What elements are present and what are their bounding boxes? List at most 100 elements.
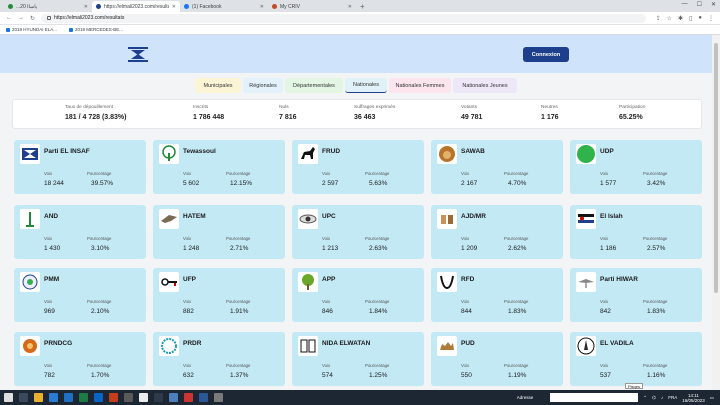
party-card[interactable]: El Islah Voix Pourcentage 1 186 2.57% <box>570 205 702 259</box>
pourcentage-label: Pourcentage <box>365 299 390 304</box>
app-icon[interactable] <box>169 393 178 402</box>
app-icon[interactable] <box>199 393 208 402</box>
pourcentage-value: 2.62% <box>508 245 527 252</box>
party-card[interactable]: PMM Voix Pourcentage 969 2.10% <box>14 268 146 322</box>
app-icon[interactable] <box>184 393 193 402</box>
voix-label: Voix <box>461 363 470 368</box>
chrome-icon[interactable] <box>139 393 148 402</box>
close-icon[interactable]: ✕ <box>348 4 352 10</box>
page-scrollbar[interactable] <box>712 35 720 390</box>
party-card[interactable]: UFP Voix Pourcentage 882 1.91% <box>153 268 285 322</box>
tab-nationales[interactable]: Nationales <box>345 78 387 93</box>
party-card[interactable]: AND Voix Pourcentage 1 430 3.10% <box>14 205 146 259</box>
party-card[interactable]: UPC Voix Pourcentage 1 213 2.63% <box>292 205 424 259</box>
party-card[interactable]: EL VADILA Voix Pourcentage 537 1.16% <box>570 332 702 386</box>
scrollbar-thumb[interactable] <box>714 43 718 293</box>
tab-departementales[interactable]: Départementales <box>285 78 343 93</box>
address-label: Adresse <box>516 395 534 400</box>
insaf-flag-icon <box>20 144 40 164</box>
voix-label: Voix <box>600 299 609 304</box>
close-icon[interactable]: ✕ <box>260 4 264 10</box>
profile-icon[interactable]: ● <box>698 15 702 22</box>
new-tab-button[interactable]: + <box>360 1 365 12</box>
file-explorer-icon[interactable] <box>34 393 43 402</box>
party-card[interactable]: Parti EL INSAF Voix Pourcentage 18 244 39.57… <box>14 140 146 194</box>
word-icon[interactable] <box>64 393 73 402</box>
palm-tree-icon <box>159 144 179 164</box>
powerpoint-icon[interactable] <box>109 393 118 402</box>
tab-nationales-femmes[interactable]: Nationales Femmes <box>389 78 451 93</box>
outlook-icon[interactable] <box>94 393 103 402</box>
voix-value: 1 213 <box>322 245 339 252</box>
party-card[interactable]: PRDR Voix Pourcentage 632 1.37% <box>153 332 285 386</box>
stat-neutres: Neutres 1 176 <box>541 105 559 121</box>
tab-nationales-jeunes[interactable]: Nationales Jeunes <box>453 78 517 93</box>
network-icon[interactable]: ⌬ <box>652 395 656 401</box>
voix-value: 537 <box>600 372 611 379</box>
excel-icon[interactable] <box>79 393 88 402</box>
bookmark-item[interactable]: 2019 HYUNDAI ELA... <box>6 27 57 32</box>
connexion-button[interactable]: Connexion <box>523 47 569 62</box>
windows-start-icon[interactable] <box>4 393 13 402</box>
party-card[interactable]: UDP Voix Pourcentage 1 577 3.42% <box>570 140 702 194</box>
share-icon[interactable]: ⇪ <box>656 15 661 22</box>
notifications-icon[interactable]: ▭ <box>710 395 714 401</box>
back-icon[interactable]: ← <box>6 15 12 21</box>
voix-label: Voix <box>183 299 192 304</box>
party-card[interactable]: APP Voix Pourcentage 846 1.84% <box>292 268 424 322</box>
party-card[interactable]: Parti HIWAR Voix Pourcentage 842 1.83% <box>570 268 702 322</box>
maximize-icon[interactable]: ☐ <box>697 1 702 8</box>
app-icon[interactable] <box>214 393 223 402</box>
stat-inscrits: Inscrits 1 786 448 <box>193 105 225 121</box>
address-input[interactable] <box>550 393 639 402</box>
voix-value: 1 577 <box>600 180 617 187</box>
party-name: SAWAB <box>461 148 485 155</box>
close-icon[interactable]: ✕ <box>172 4 176 10</box>
voix-label: Voix <box>44 236 53 241</box>
browser-tab[interactable]: (1) Facebook ✕ <box>180 1 268 12</box>
task-view-icon[interactable] <box>19 393 28 402</box>
extensions-icon[interactable]: ✱ <box>678 15 683 22</box>
tab-municipales[interactable]: Municipales <box>195 78 241 93</box>
edge-icon[interactable] <box>49 393 58 402</box>
sidebar-icon[interactable]: ▯ <box>689 15 692 22</box>
tab-regionales[interactable]: Régionales <box>243 78 283 93</box>
party-card[interactable]: SAWAB Voix Pourcentage 2 167 4.70% <box>431 140 563 194</box>
browser-tab[interactable]: ...ياساا 20 ✕ <box>4 1 92 12</box>
clock[interactable]: 14:11 16/05/2023 <box>682 393 705 403</box>
party-name: UPC <box>322 213 336 220</box>
stat-nuls: Nuls 7 816 <box>279 105 297 121</box>
faces-icon <box>298 336 318 356</box>
app-icon[interactable] <box>124 393 133 402</box>
party-card[interactable]: HATEM Voix Pourcentage 1 248 2.71% <box>153 205 285 259</box>
party-card[interactable]: RFD Voix Pourcentage 844 1.83% <box>431 268 563 322</box>
party-card[interactable]: PUD Voix Pourcentage 550 1.19% <box>431 332 563 386</box>
volume-icon[interactable]: ♪ <box>661 395 663 400</box>
bookmark-item[interactable]: 2019 MERCEDES-BE... <box>69 27 123 32</box>
party-name: Parti HIWAR <box>600 276 638 283</box>
party-card[interactable]: FRUD Voix Pourcentage 2 597 5.63% <box>292 140 424 194</box>
menu-icon[interactable]: ⋮ <box>708 15 714 22</box>
star-icon[interactable]: ☆ <box>667 15 672 22</box>
browser-tab[interactable]: My CRIV ✕ <box>268 1 356 12</box>
reload-icon[interactable]: ↻ <box>30 15 35 22</box>
browser-tab-active[interactable]: https://elmali2023.com/resultats ✕ <box>92 1 180 12</box>
minimize-icon[interactable]: — <box>682 1 688 8</box>
pourcentage-label: Pourcentage <box>504 299 529 304</box>
close-icon[interactable]: ✕ <box>84 4 88 10</box>
stat-participation: Participation 65.25% <box>619 105 646 121</box>
close-window-icon[interactable]: ✕ <box>711 1 716 8</box>
party-card[interactable]: AJD/MR Voix Pourcentage 1 209 2.62% <box>431 205 563 259</box>
app-icon[interactable] <box>154 393 163 402</box>
forward-icon[interactable]: → <box>18 15 24 21</box>
party-card[interactable]: Tewassoul Voix Pourcentage 5 602 12.15% <box>153 140 285 194</box>
url-input[interactable]: https://elmali2023.com/resultats <box>41 13 647 23</box>
party-name: AJD/MR <box>461 213 486 220</box>
language-indicator[interactable]: FRA <box>668 395 677 400</box>
chevron-up-icon[interactable]: ⌃ <box>643 395 647 401</box>
voix-value: 2 597 <box>322 180 339 187</box>
tree-icon <box>298 272 318 292</box>
party-name: PUD <box>461 340 475 347</box>
party-card[interactable]: NIDA ELWATAN Voix Pourcentage 574 1.25% <box>292 332 424 386</box>
party-card[interactable]: PRNDCG Voix Pourcentage 782 1.70% <box>14 332 146 386</box>
